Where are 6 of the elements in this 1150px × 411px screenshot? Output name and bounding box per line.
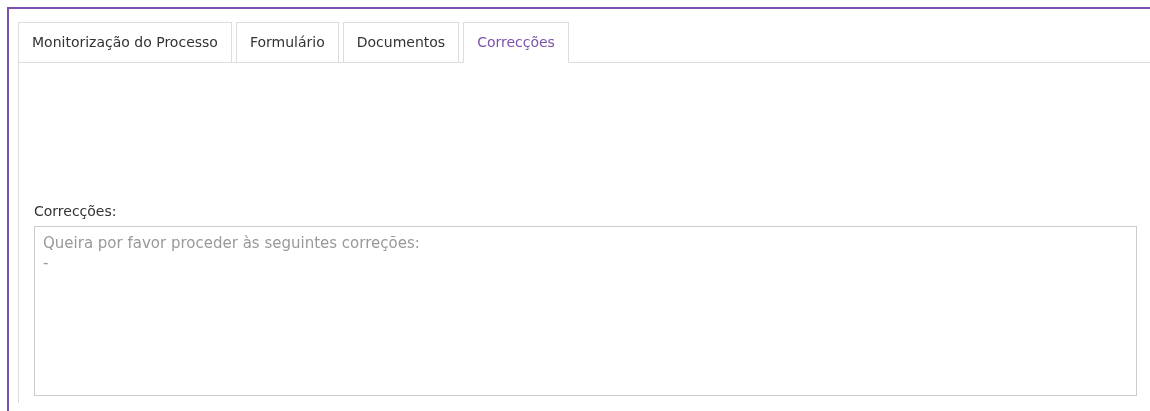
tab[interactable]: Formulário	[235, 22, 339, 63]
corrections-field[interactable]: Queira por favor proceder às seguintes correções: -	[34, 226, 1137, 396]
tab[interactable]: Documentos	[342, 22, 460, 63]
corrections-label: Correcções:	[34, 203, 118, 219]
tab[interactable]: Correcções	[463, 22, 569, 63]
tab[interactable]: Monitorização do Processo	[18, 22, 232, 63]
